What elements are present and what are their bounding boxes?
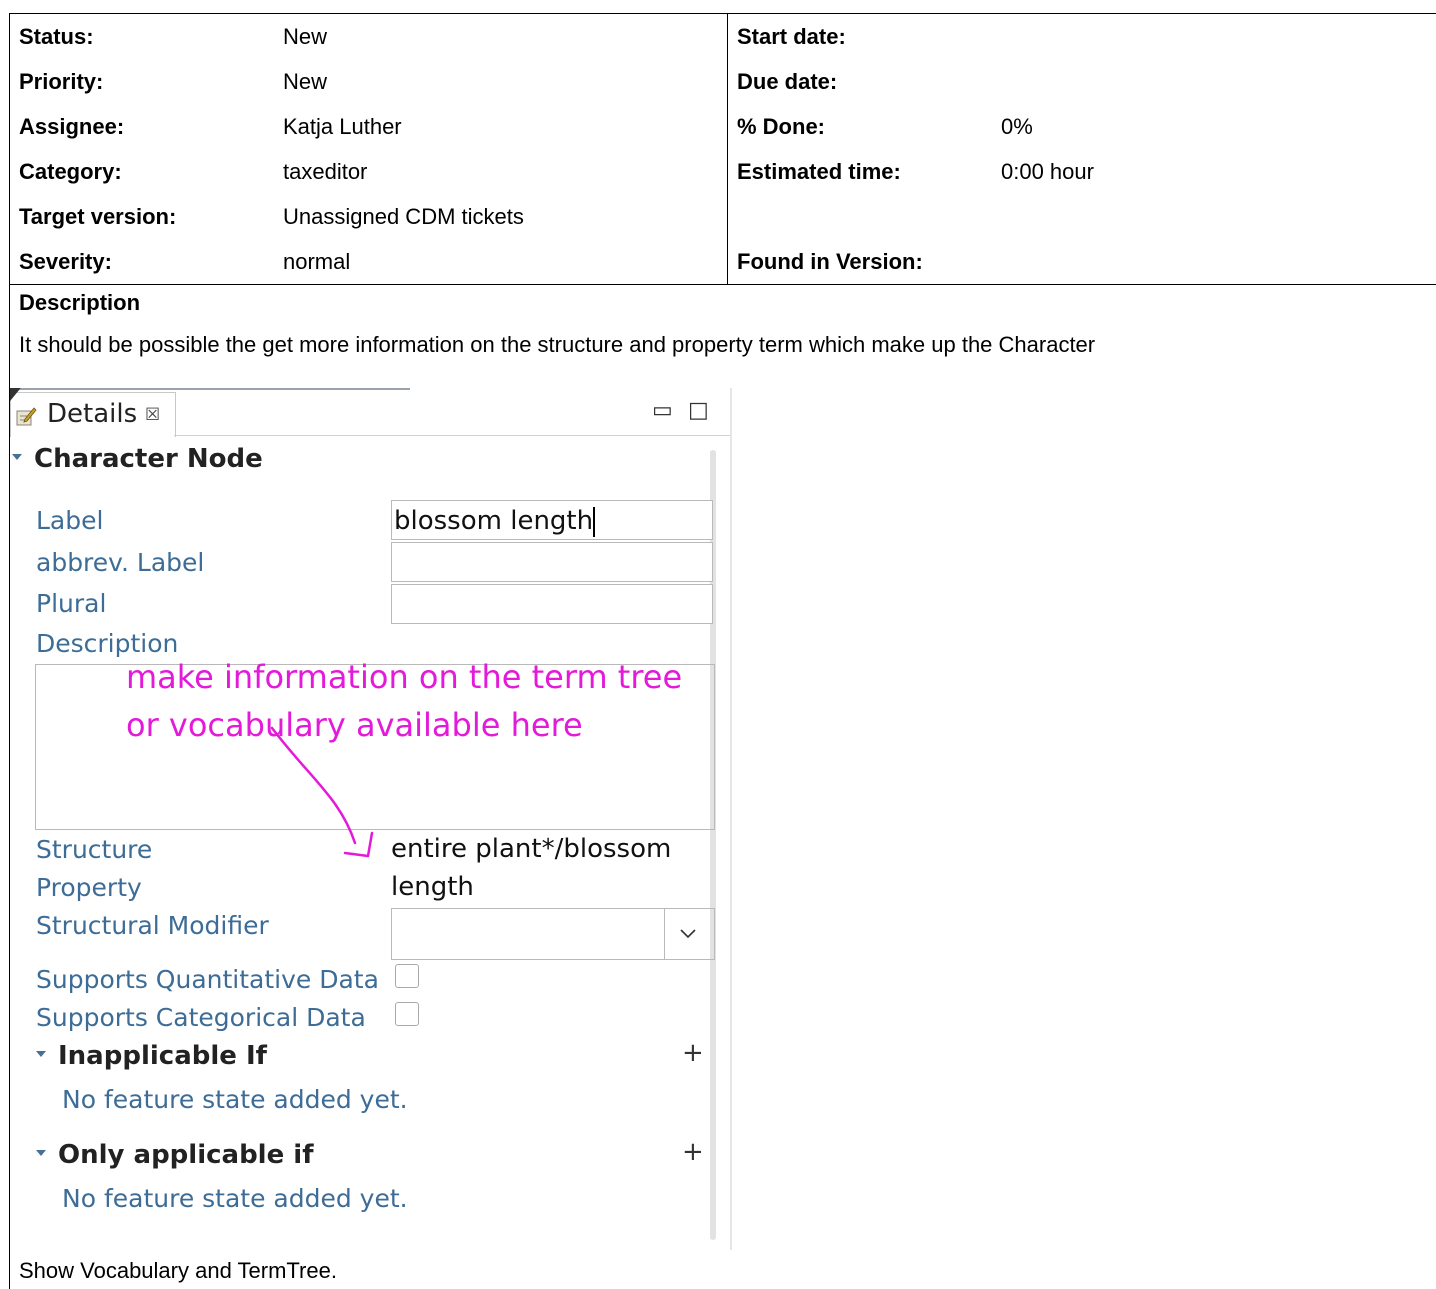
plural-field-label: Plural (36, 589, 107, 618)
section-inapplicable-if[interactable]: Inapplicable If (36, 1041, 267, 1071)
add-only-applicable-button[interactable]: + (682, 1137, 704, 1167)
tab-bar-border (174, 435, 730, 436)
annotation-line-2: or vocabulary available here (126, 706, 583, 744)
details-view-screenshot: Details ☒ ▭ □ Character Node Label bloss… (10, 388, 732, 1250)
start-date-label: Start date: (737, 24, 846, 49)
annotation-line-1: make information on the term tree (126, 658, 683, 696)
section-character-node-title: Character Node (34, 444, 263, 474)
estimated-time-label: Estimated time: (737, 159, 901, 184)
structure-field-label: Structure (36, 835, 153, 864)
description-field-label: Description (36, 629, 179, 658)
supports-categorical-checkbox[interactable] (395, 1002, 419, 1026)
supports-categorical-label: Supports Categorical Data (36, 1003, 366, 1032)
attributes-table: Status: New Priority: New Assignee: Katj… (10, 14, 1436, 285)
property-value: length (391, 872, 474, 902)
minimize-icon[interactable]: ▭ (652, 398, 673, 423)
found-in-version-label: Found in Version: (737, 249, 923, 274)
description-footer-text: Show Vocabulary and TermTree. (19, 1258, 337, 1283)
maximize-icon[interactable]: □ (688, 398, 709, 423)
plural-input[interactable] (391, 584, 713, 624)
done-label: % Done: (737, 114, 825, 139)
structure-value: entire plant*/blossom (391, 834, 672, 864)
description-heading: Description (19, 290, 141, 315)
mouse-cursor-icon (10, 388, 24, 406)
label-field-label: Label (36, 506, 104, 535)
estimated-time-value: 0:00 hour (1001, 159, 1094, 184)
only-applicable-empty-note: No feature state added yet. (62, 1184, 408, 1213)
label-input-value: blossom length (394, 506, 594, 536)
property-field-label: Property (36, 873, 142, 902)
done-value: 0% (1001, 114, 1033, 139)
assignee-label: Assignee: (19, 114, 125, 139)
category-value: taxeditor (283, 159, 368, 184)
structural-modifier-field-label: Structural Modifier (36, 911, 269, 940)
chevron-down-icon[interactable] (678, 923, 698, 943)
target-version-label: Target version: (19, 204, 177, 229)
structural-modifier-combo[interactable] (391, 908, 715, 960)
description-text: It should be possible the get more infor… (19, 332, 1096, 357)
abbrev-label-field-label: abbrev. Label (36, 548, 205, 577)
priority-label: Priority: (19, 69, 104, 94)
text-caret (593, 506, 596, 537)
status-value: New (283, 24, 328, 49)
section-inapplicable-if-title: Inapplicable If (58, 1041, 267, 1071)
category-label: Category: (19, 159, 122, 184)
section-character-node[interactable]: Character Node (12, 444, 263, 474)
tab-details[interactable]: Details ☒ (10, 392, 176, 437)
tab-details-label: Details (47, 399, 138, 429)
severity-label: Severity: (19, 249, 112, 274)
target-version-value[interactable]: Unassigned CDM tickets (283, 194, 524, 239)
combo-separator (664, 909, 665, 959)
abbrev-label-input[interactable] (391, 542, 713, 582)
supports-quantitative-label: Supports Quantitative Data (36, 965, 379, 994)
close-icon[interactable]: ☒ (145, 405, 160, 425)
column-divider (727, 14, 728, 284)
priority-value: New (283, 69, 328, 94)
expand-twisty-icon[interactable] (36, 1050, 46, 1057)
supports-quantitative-checkbox[interactable] (395, 964, 419, 988)
screenshot-top-border (10, 388, 410, 390)
expand-twisty-icon[interactable] (36, 1149, 46, 1156)
edit-icon (16, 407, 37, 426)
status-label: Status: (19, 24, 94, 49)
expand-twisty-icon[interactable] (12, 453, 22, 460)
inapplicable-empty-note: No feature state added yet. (62, 1085, 408, 1114)
due-date-label: Due date: (737, 69, 838, 94)
assignee-value[interactable]: Katja Luther (283, 104, 402, 149)
add-inapplicable-button[interactable]: + (682, 1038, 704, 1068)
section-only-applicable-if-title: Only applicable if (58, 1140, 314, 1170)
section-only-applicable-if[interactable]: Only applicable if (36, 1140, 314, 1170)
severity-value: normal (283, 249, 351, 274)
label-input[interactable]: blossom length (391, 500, 713, 540)
